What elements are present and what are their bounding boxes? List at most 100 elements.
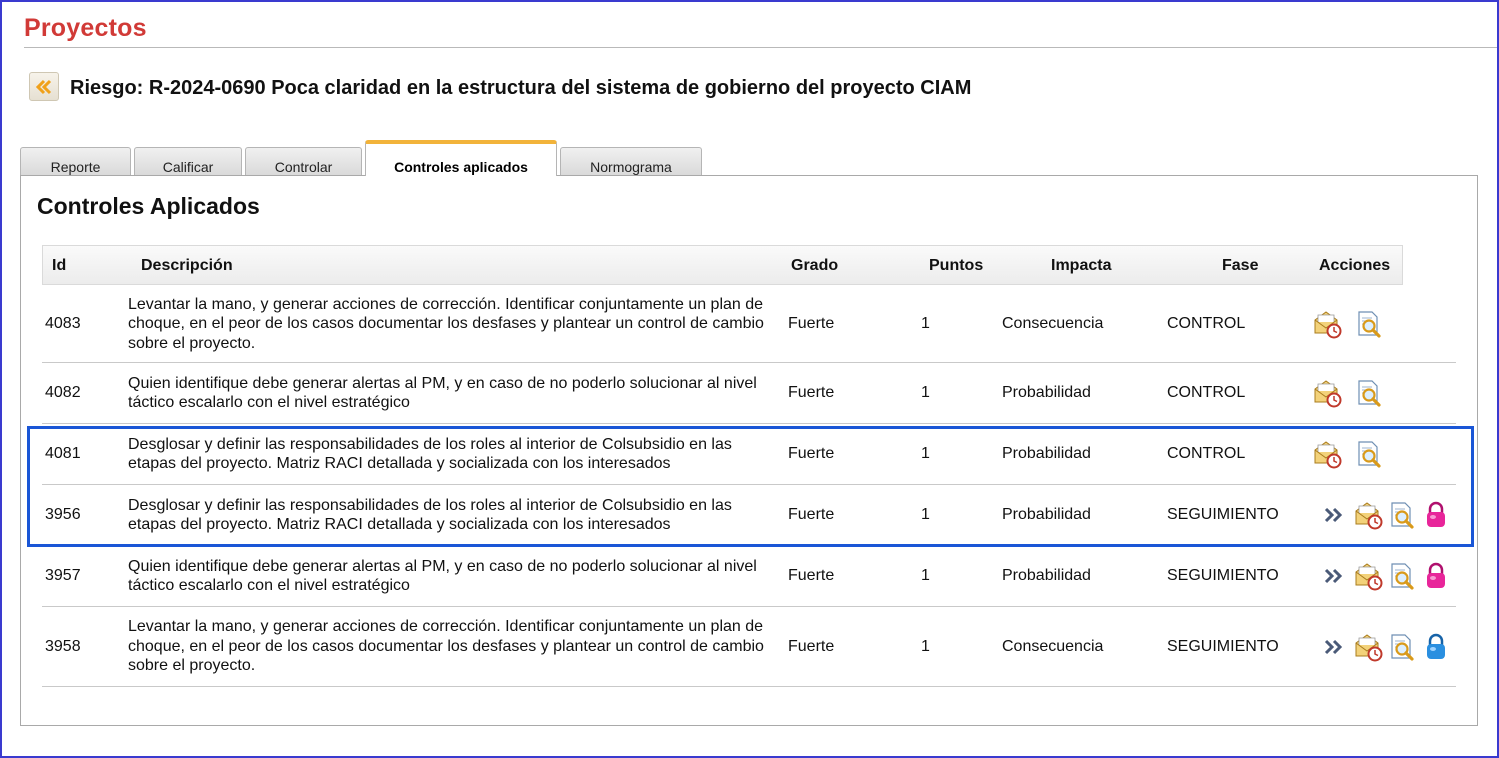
control-grado-cell: Fuerte bbox=[788, 363, 834, 423]
control-fase: SEGUIMIENTO bbox=[1167, 637, 1279, 655]
column-header-puntos: Puntos bbox=[929, 257, 984, 274]
table-row: 4083 Levantar la mano, y generar acciones… bbox=[42, 286, 1456, 363]
control-puntos-cell: 1 bbox=[921, 286, 930, 362]
control-id: 4081 bbox=[45, 445, 81, 462]
row-actions bbox=[1312, 424, 1384, 484]
control-id: 3956 bbox=[45, 506, 81, 523]
control-fase-cell: SEGUIMIENTO bbox=[1167, 546, 1279, 606]
control-puntos-cell: 1 bbox=[921, 607, 930, 686]
control-description-cell: Levantar la mano, y generar acciones de … bbox=[128, 286, 783, 362]
mail-clock-icon[interactable] bbox=[1353, 561, 1383, 591]
document-search-icon[interactable] bbox=[1387, 500, 1417, 530]
double-chevron-right-icon[interactable] bbox=[1319, 632, 1349, 662]
control-id-cell: 3956 bbox=[45, 485, 81, 545]
title-divider bbox=[24, 47, 1497, 48]
control-grado-cell: Fuerte bbox=[788, 286, 834, 362]
control-puntos: 1 bbox=[921, 637, 930, 655]
control-fase: SEGUIMIENTO bbox=[1167, 506, 1279, 523]
column-header-fase: Fase bbox=[1222, 257, 1259, 274]
control-description: Quien identifique debe generar alertas a… bbox=[128, 374, 757, 412]
control-grado: Fuerte bbox=[788, 637, 835, 655]
control-description-cell: Levantar la mano, y generar acciones de … bbox=[128, 607, 783, 686]
control-description-cell: Quien identifique debe generar alertas a… bbox=[128, 363, 783, 423]
document-search-icon[interactable] bbox=[1387, 561, 1417, 591]
control-impacta-cell: Probabilidad bbox=[1002, 546, 1091, 606]
table-row: 4081 Desglosar y definir las responsabili… bbox=[42, 424, 1456, 485]
row-actions bbox=[1319, 607, 1451, 686]
control-impacta-cell: Consecuencia bbox=[1002, 607, 1103, 686]
mail-clock-icon[interactable] bbox=[1312, 309, 1342, 339]
document-search-icon[interactable] bbox=[1354, 309, 1384, 339]
control-fase-cell: CONTROL bbox=[1167, 424, 1245, 484]
control-fase: CONTROL bbox=[1167, 384, 1246, 401]
control-impacta: Consecuencia bbox=[1002, 315, 1104, 332]
control-description-cell: Desglosar y definir las responsabilidade… bbox=[128, 424, 783, 484]
tab-label: Calificar bbox=[162, 159, 214, 175]
control-puntos-cell: 1 bbox=[921, 485, 930, 545]
double-chevron-right-icon[interactable] bbox=[1319, 500, 1349, 530]
lock-blue-icon[interactable] bbox=[1421, 632, 1451, 662]
control-puntos-cell: 1 bbox=[921, 363, 930, 423]
control-description: Desglosar y definir las responsabilidade… bbox=[128, 496, 732, 534]
tab-bar: Reporte Calificar Controlar Controles ap… bbox=[20, 140, 720, 176]
control-impacta-cell: Probabilidad bbox=[1002, 485, 1091, 545]
row-actions bbox=[1312, 286, 1384, 362]
table-row: 4082 Quien identifique debe generar alert… bbox=[42, 363, 1456, 424]
control-fase: CONTROL bbox=[1167, 315, 1246, 332]
table-row: 3957 Quien identifique debe generar alert… bbox=[42, 546, 1456, 607]
tab-normograma[interactable]: Normograma bbox=[560, 147, 702, 176]
control-grado: Fuerte bbox=[788, 506, 835, 523]
control-fase-cell: CONTROL bbox=[1167, 286, 1245, 362]
page-title: Proyectos bbox=[24, 14, 147, 42]
control-impacta-cell: Consecuencia bbox=[1002, 286, 1103, 362]
tab-label: Controles aplicados bbox=[394, 159, 528, 175]
document-search-icon[interactable] bbox=[1354, 439, 1384, 469]
control-grado-cell: Fuerte bbox=[788, 607, 834, 686]
control-grado-cell: Fuerte bbox=[788, 546, 834, 606]
column-header-id: Id bbox=[52, 257, 67, 274]
mail-clock-icon[interactable] bbox=[1312, 439, 1342, 469]
control-grado-cell: Fuerte bbox=[788, 424, 834, 484]
control-grado: Fuerte bbox=[788, 315, 835, 332]
double-chevron-right-icon[interactable] bbox=[1319, 561, 1349, 591]
control-puntos: 1 bbox=[921, 567, 930, 584]
lock-pink-icon[interactable] bbox=[1421, 561, 1451, 591]
section-heading: Controles Aplicados bbox=[37, 193, 260, 219]
lock-pink-icon[interactable] bbox=[1421, 500, 1451, 530]
mail-clock-icon[interactable] bbox=[1353, 500, 1383, 530]
document-search-icon[interactable] bbox=[1387, 632, 1417, 662]
control-impacta: Probabilidad bbox=[1002, 384, 1091, 401]
control-id: 3958 bbox=[45, 637, 81, 655]
tab-label: Controlar bbox=[274, 159, 333, 175]
control-fase-cell: SEGUIMIENTO bbox=[1167, 485, 1279, 545]
control-fase: SEGUIMIENTO bbox=[1167, 567, 1279, 584]
row-actions bbox=[1319, 546, 1451, 606]
control-fase-cell: SEGUIMIENTO bbox=[1167, 607, 1279, 686]
control-description-cell: Quien identifique debe generar alertas a… bbox=[128, 546, 783, 606]
control-id-cell: 4081 bbox=[45, 424, 81, 484]
double-chevron-left-icon bbox=[35, 79, 52, 94]
tab-label: Normograma bbox=[590, 159, 672, 175]
column-header-descripcion: Descripción bbox=[141, 257, 233, 274]
column-header-grado: Grado bbox=[791, 257, 839, 274]
control-description: Desglosar y definir las responsabilidade… bbox=[128, 435, 732, 473]
table-header: Id Descripción Grado Puntos Impacta Fase… bbox=[42, 245, 1403, 285]
control-impacta: Consecuencia bbox=[1002, 637, 1104, 655]
back-button[interactable] bbox=[29, 72, 59, 101]
row-actions bbox=[1319, 485, 1451, 545]
mail-clock-icon[interactable] bbox=[1353, 632, 1383, 662]
tab-controlar[interactable]: Controlar bbox=[245, 147, 362, 176]
control-grado: Fuerte bbox=[788, 567, 835, 584]
control-impacta: Probabilidad bbox=[1002, 445, 1091, 462]
control-id-cell: 3958 bbox=[45, 607, 81, 686]
mail-clock-icon[interactable] bbox=[1312, 378, 1342, 408]
document-search-icon[interactable] bbox=[1354, 378, 1384, 408]
control-id: 4083 bbox=[45, 315, 81, 332]
column-header-impacta: Impacta bbox=[1051, 257, 1112, 274]
table-row: 3956 Desglosar y definir las responsabili… bbox=[42, 485, 1456, 546]
tab-controles-aplicados[interactable]: Controles aplicados bbox=[365, 140, 557, 176]
column-header-acciones: Acciones bbox=[1319, 257, 1391, 274]
tab-reporte[interactable]: Reporte bbox=[20, 147, 131, 176]
tab-calificar[interactable]: Calificar bbox=[134, 147, 242, 176]
control-puntos-cell: 1 bbox=[921, 424, 930, 484]
